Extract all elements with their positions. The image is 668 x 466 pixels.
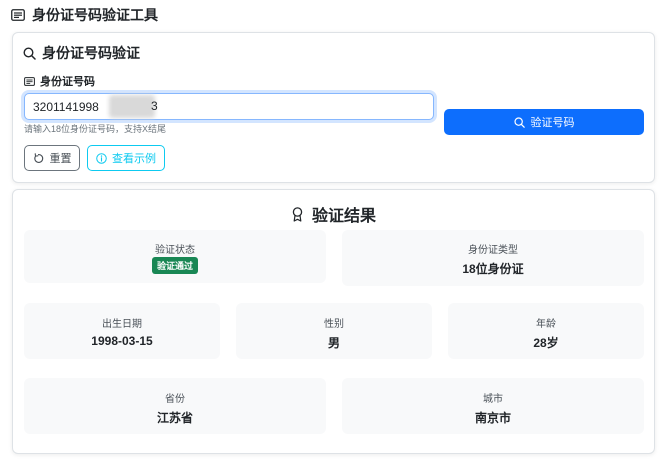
province-label: 省份 bbox=[165, 394, 185, 405]
age-value: 28岁 bbox=[533, 336, 559, 350]
example-button[interactable]: 查看示例 bbox=[87, 145, 165, 171]
redacted-digits bbox=[109, 95, 155, 118]
id-number-label-text: 身份证号码 bbox=[40, 76, 95, 88]
verify-button[interactable]: 验证号码 bbox=[444, 109, 644, 135]
reset-icon bbox=[33, 152, 44, 164]
id-number-label: 身份证号码 bbox=[24, 73, 95, 89]
id-card-icon bbox=[24, 76, 35, 86]
status-tile: 验证状态 验证通过 bbox=[24, 230, 326, 283]
id-number-hint: 请输入18位身份证号码，支持X结尾 bbox=[24, 124, 167, 134]
id-card-icon bbox=[11, 9, 25, 21]
verify-form-card: 身份证号码验证 身份证号码 3 请输入18位身份证号码，支持X结尾 验证号码 重… bbox=[12, 32, 655, 183]
age-tile: 年龄 28岁 bbox=[448, 303, 644, 359]
province-tile: 省份 江苏省 bbox=[24, 378, 326, 434]
verify-button-label: 验证号码 bbox=[530, 117, 575, 129]
form-title-text: 身份证号码验证 bbox=[42, 45, 140, 61]
province-value: 江苏省 bbox=[156, 411, 193, 425]
gender-tile: 性别 男 bbox=[236, 303, 432, 359]
result-card: 验证结果 验证状态 验证通过 身份证类型 18位身份证 出生日期 1998-03… bbox=[12, 189, 655, 454]
id-number-input[interactable] bbox=[24, 93, 434, 120]
gender-label: 性别 bbox=[324, 319, 344, 330]
city-tile: 城市 南京市 bbox=[342, 378, 644, 434]
status-badge: 验证通过 bbox=[151, 257, 198, 274]
id-number-visible-suffix: 3 bbox=[151, 99, 158, 113]
result-title: 验证结果 bbox=[13, 202, 654, 226]
page-title: 身份证号码验证工具 bbox=[11, 5, 158, 25]
result-title-text: 验证结果 bbox=[311, 208, 376, 225]
example-button-label: 查看示例 bbox=[112, 153, 156, 165]
birth-date-tile: 出生日期 1998-03-15 bbox=[24, 303, 220, 359]
search-icon bbox=[513, 116, 525, 128]
page-title-text: 身份证号码验证工具 bbox=[32, 7, 158, 23]
id-type-value: 18位身份证 bbox=[462, 262, 524, 276]
city-value: 南京市 bbox=[474, 411, 511, 425]
age-label: 年龄 bbox=[536, 319, 556, 330]
form-title: 身份证号码验证 bbox=[23, 43, 140, 63]
id-type-tile: 身份证类型 18位身份证 bbox=[342, 230, 644, 286]
id-type-label: 身份证类型 bbox=[468, 245, 518, 256]
award-icon bbox=[291, 206, 304, 222]
gender-value: 男 bbox=[327, 336, 340, 350]
status-label: 验证状态 bbox=[155, 245, 195, 256]
info-icon bbox=[96, 152, 107, 164]
search-icon bbox=[23, 46, 36, 60]
birth-date-value: 1998-03-15 bbox=[91, 334, 153, 348]
city-label: 城市 bbox=[483, 394, 503, 405]
reset-button-label: 重置 bbox=[49, 153, 72, 165]
birth-date-label: 出生日期 bbox=[102, 319, 142, 330]
reset-button[interactable]: 重置 bbox=[24, 145, 80, 171]
